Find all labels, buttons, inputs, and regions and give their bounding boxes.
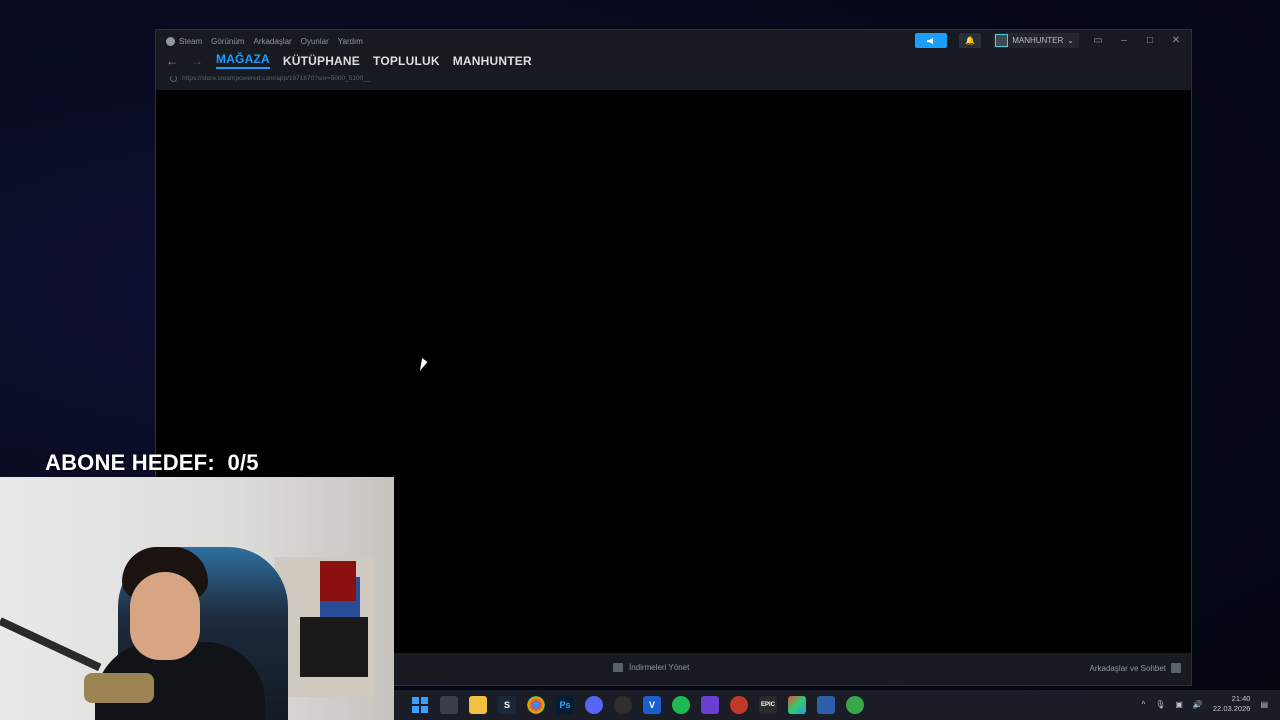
clock[interactable]: 21:40 22.03.2026: [1213, 694, 1251, 714]
steam-taskbar-icon[interactable]: S: [498, 696, 516, 714]
steam-titlebar: Steam Görünüm Arkadaşlar Oyunlar Yardım …: [156, 30, 1191, 90]
chrome-icon[interactable]: [527, 696, 545, 714]
tab-library[interactable]: KÜTÜPHANE: [283, 54, 360, 68]
discord-icon[interactable]: [585, 696, 603, 714]
menu-friends[interactable]: Arkadaşlar: [253, 37, 291, 46]
minimize-icon[interactable]: –: [1117, 35, 1131, 46]
clock-date: 22.03.2026: [1212, 704, 1251, 713]
forward-arrow-icon[interactable]: →: [191, 54, 203, 68]
system-tray: ^ 🎙 ▣ 🔊 21:40 22.03.2026 ▤: [1141, 694, 1268, 714]
announcements-button[interactable]: [915, 33, 948, 48]
tab-profile[interactable]: MANHUNTER: [453, 54, 532, 68]
windows-taskbar: S Ps V EPIC ^ 🎙 ▣ 🔊 21:40 22.03.2026 ▤: [394, 690, 1280, 720]
monitor-icon[interactable]: ▭: [1091, 35, 1105, 46]
chevron-down-icon: ⌄: [1067, 36, 1074, 45]
megaphone-icon: [927, 37, 934, 44]
menu-help[interactable]: Yardım: [338, 37, 363, 46]
download-icon: [613, 663, 623, 672]
back-arrow-icon[interactable]: ←: [166, 54, 178, 68]
menu-view[interactable]: Görünüm: [211, 37, 244, 46]
loading-spinner-icon: [170, 75, 177, 82]
bell-icon: 🔔: [965, 36, 976, 45]
goal-label: ABONE HEDEF:: [45, 450, 215, 475]
subscriber-goal-overlay: ABONE HEDEF: 0/5: [45, 450, 259, 476]
network-icon[interactable]: ▣: [1175, 700, 1183, 709]
url-text[interactable]: https://store.steampowered.com/app/19718…: [182, 75, 370, 82]
obs-icon[interactable]: [614, 696, 632, 714]
user-menu[interactable]: MANHUNTER ⌄: [993, 33, 1079, 48]
volume-icon[interactable]: 🔊: [1193, 700, 1203, 709]
notifications-button[interactable]: 🔔: [959, 33, 982, 48]
grid-app-icon[interactable]: [701, 696, 719, 714]
windows-start-icon[interactable]: [411, 696, 429, 714]
xbox-icon[interactable]: [846, 696, 864, 714]
close-icon[interactable]: ✕: [1169, 35, 1183, 46]
app-icon[interactable]: [730, 696, 748, 714]
titlebar-controls: 🔔 MANHUNTER ⌄ ▭ – □ ✕: [915, 33, 1183, 48]
webcam-feed: [0, 477, 394, 720]
goal-value: 0/5: [227, 450, 259, 475]
friends-icon: [1171, 663, 1181, 673]
avatar: [995, 34, 1009, 47]
notification-icon[interactable]: ▤: [1260, 700, 1268, 709]
spotify-icon[interactable]: [672, 696, 690, 714]
tab-store[interactable]: MAĞAZA: [216, 52, 270, 69]
friends-chat-button[interactable]: Arkadaşlar ve Sohbet: [1089, 663, 1181, 673]
username-label: MANHUNTER: [1012, 36, 1064, 45]
friends-label: Arkadaşlar ve Sohbet: [1089, 663, 1167, 673]
monitor-app-icon[interactable]: [817, 696, 835, 714]
v-app-icon[interactable]: V: [643, 696, 661, 714]
task-view-icon[interactable]: [440, 696, 458, 714]
maximize-icon[interactable]: □: [1143, 35, 1157, 46]
tab-community[interactable]: TOPLULUK: [373, 54, 440, 68]
file-explorer-icon[interactable]: [469, 696, 487, 714]
gallery-icon[interactable]: [788, 696, 806, 714]
manage-downloads-button[interactable]: İndirmeleri Yönet: [613, 663, 689, 672]
url-bar: https://store.steampowered.com/app/19718…: [170, 75, 370, 82]
microphone-icon[interactable]: 🎙: [1155, 700, 1165, 709]
menu-games[interactable]: Oyunlar: [301, 37, 329, 46]
epic-games-icon[interactable]: EPIC: [759, 696, 777, 714]
downloads-label: İndirmeleri Yönet: [629, 663, 690, 672]
taskbar-apps: S Ps V EPIC: [411, 696, 864, 714]
chevron-up-icon[interactable]: ^: [1141, 700, 1145, 709]
clock-time: 21:40: [1231, 694, 1251, 703]
steam-nav: ← → MAĞAZA KÜTÜPHANE TOPLULUK MANHUNTER: [166, 52, 532, 69]
steam-logo-icon: [166, 36, 175, 46]
photoshop-icon[interactable]: Ps: [556, 696, 574, 714]
steam-menu: Steam Görünüm Arkadaşlar Oyunlar Yardım: [166, 35, 363, 47]
menu-steam[interactable]: Steam: [179, 37, 202, 46]
